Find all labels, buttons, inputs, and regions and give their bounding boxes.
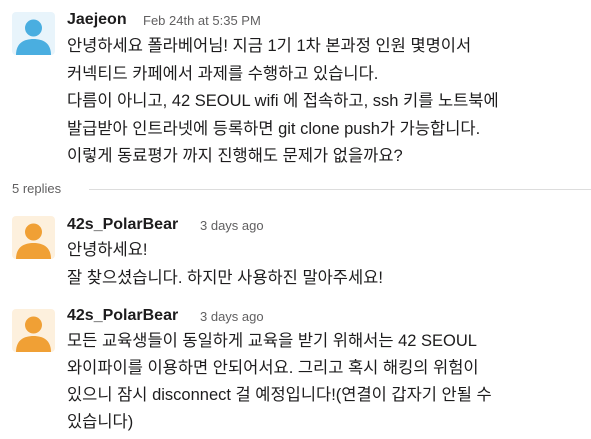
author-name[interactable]: 42s_PolarBear: [67, 215, 178, 235]
default-user-avatar-icon: [12, 216, 55, 259]
message-timestamp[interactable]: 3 days ago: [200, 216, 264, 236]
default-user-avatar-icon: [12, 12, 55, 55]
message-line: 안녕하세요 폴라베어님! 지금 1기 1차 본과정 인원 몇명이서: [67, 37, 472, 55]
reply-message: 42s_PolarBear 3 days ago 안녕하세요! 잘 찾으셨습니다…: [0, 210, 591, 290]
user-avatar[interactable]: [12, 309, 55, 352]
user-avatar[interactable]: [12, 12, 55, 55]
message-line: 발급받아 인트라넷에 등록하면 git clone push가 가능합니다.: [67, 120, 481, 138]
message-line: 있으니 잠시 disconnect 걸 예정입니다!(연결이 갑자기 안될 수: [67, 386, 492, 404]
message-line: 이렇게 동료평가 까지 진행해도 문제가 없을까요?: [67, 147, 403, 165]
author-name[interactable]: Jaejeon: [67, 10, 127, 30]
parent-message: Jaejeon Feb 24th at 5:35 PM 안녕하세요 폴라베어님!…: [0, 0, 591, 175]
message-timestamp[interactable]: 3 days ago: [200, 307, 264, 327]
message-line: 잘 찾으셨습니다. 하지만 사용하진 말아주세요!: [67, 269, 383, 287]
author-name[interactable]: 42s_PolarBear: [67, 306, 178, 326]
message-line: 안녕하세요!: [67, 241, 148, 259]
message-line: 와이파이를 이용하면 안되어서요. 그리고 혹시 해킹의 위험이: [67, 359, 479, 377]
message-line: 다름이 아니고, 42 SEOUL wifi 에 접속하고, ssh 키를 노트…: [67, 92, 499, 110]
message-line: 있습니다): [67, 413, 134, 431]
user-avatar[interactable]: [12, 216, 55, 259]
reply-message: 42s_PolarBear 3 days ago 모든 교육생들이 동일하게 교…: [0, 303, 591, 439]
message-line: 모든 교육생들이 동일하게 교육을 받기 위해서는 42 SEOUL: [67, 332, 477, 350]
message-timestamp[interactable]: Feb 24th at 5:35 PM: [143, 11, 261, 31]
message-line: 커넥티드 카페에서 과제를 수행하고 있습니다.: [67, 65, 379, 83]
replies-divider: [89, 189, 591, 190]
default-user-avatar-icon: [12, 309, 55, 352]
reply-count: 5 replies: [12, 181, 62, 196]
